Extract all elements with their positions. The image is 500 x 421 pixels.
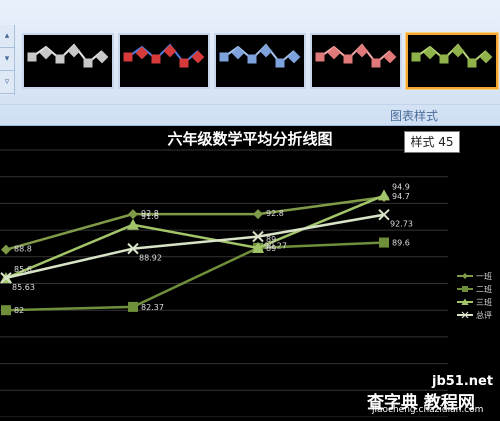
ribbon: ▴ ▾ ▿ 图表样式 bbox=[0, 0, 500, 126]
thumbnail-marker bbox=[383, 50, 397, 64]
thumbnail-marker bbox=[67, 44, 81, 58]
thumbnail-marker bbox=[423, 46, 437, 60]
data-point[interactable] bbox=[128, 301, 138, 312]
thumbnail-marker bbox=[163, 44, 177, 58]
legend-label: 二班 bbox=[476, 284, 492, 294]
data-point[interactable] bbox=[1, 244, 11, 255]
data-label: 91.6 bbox=[141, 212, 159, 221]
chart-style-thumbnail-style-41[interactable] bbox=[22, 33, 114, 89]
legend-marker bbox=[462, 286, 468, 292]
thumbnail-marker bbox=[275, 58, 285, 68]
thumbnail-marker bbox=[451, 44, 465, 58]
watermark-url: jiaocheng.chazidian.com bbox=[372, 405, 484, 415]
thumbnail-marker bbox=[95, 50, 109, 64]
thumbnail-marker bbox=[343, 54, 353, 64]
data-point[interactable] bbox=[1, 305, 11, 316]
thumbnail-marker bbox=[355, 44, 369, 58]
legend-marker bbox=[462, 273, 468, 279]
data-point[interactable] bbox=[253, 209, 263, 220]
data-label: 82.37 bbox=[141, 303, 164, 312]
thumbnail-marker bbox=[179, 58, 189, 68]
thumbnail-marker bbox=[39, 46, 53, 60]
thumbnail-marker bbox=[467, 58, 477, 68]
data-point[interactable] bbox=[379, 237, 389, 248]
chart-style-thumbnail-style-42[interactable] bbox=[118, 33, 210, 89]
thumbnail-marker bbox=[27, 52, 37, 62]
series-line-1[interactable] bbox=[5, 241, 385, 312]
data-label: 82 bbox=[14, 306, 24, 315]
data-label: 92.8 bbox=[266, 209, 284, 218]
thumbnail-marker bbox=[247, 54, 257, 64]
thumbnail-marker bbox=[219, 52, 229, 62]
ribbon-group-label: 图表样式 bbox=[390, 109, 439, 123]
data-label: 88.92 bbox=[139, 254, 162, 263]
data-label: 90.27 bbox=[264, 242, 287, 251]
thumbnail-marker bbox=[55, 54, 65, 64]
thumbnail-marker bbox=[315, 52, 325, 62]
thumbnail-marker bbox=[151, 54, 161, 64]
thumbnail-marker bbox=[327, 46, 341, 60]
thumbnail-marker bbox=[287, 50, 301, 64]
data-label: 94.7 bbox=[392, 192, 410, 201]
gallery-scroll-controls: ▴ ▾ ▿ bbox=[0, 25, 15, 95]
legend-label: 一班 bbox=[476, 271, 492, 281]
series-line-3[interactable] bbox=[5, 213, 385, 280]
thumbnail-marker bbox=[439, 54, 449, 64]
scroll-down-button[interactable]: ▾ bbox=[0, 48, 14, 71]
legend-label: 三班 bbox=[476, 297, 492, 307]
data-label: 94.9 bbox=[392, 182, 410, 191]
thumbnail-marker bbox=[231, 46, 245, 60]
chart-style-gallery bbox=[22, 33, 500, 93]
thumbnail-preview bbox=[123, 43, 205, 68]
data-label: 88.8 bbox=[14, 245, 32, 254]
thumbnail-marker bbox=[191, 50, 205, 64]
thumbnail-marker bbox=[411, 52, 421, 62]
line-chart[interactable]: 六年级数学平均分折线图 88.8 92.8 92.8 94.7 82 82.37 89 89.… bbox=[0, 126, 500, 418]
thumbnail-preview bbox=[411, 43, 493, 68]
data-point[interactable] bbox=[128, 209, 138, 220]
thumbnail-marker bbox=[135, 46, 149, 60]
plot-area: 88.892.8 92.894.782 82.378989.685.691.6899… bbox=[0, 149, 492, 418]
chart-style-thumbnail-style-43[interactable] bbox=[214, 33, 306, 89]
more-button[interactable]: ▿ bbox=[0, 71, 14, 94]
thumbnail-marker bbox=[259, 44, 273, 58]
style-tooltip: 样式 45 bbox=[404, 131, 460, 153]
data-label: 89.6 bbox=[392, 239, 410, 248]
watermark-site: jb51.net bbox=[432, 374, 494, 389]
data-point[interactable] bbox=[378, 189, 390, 201]
data-label: 85.63 bbox=[12, 283, 35, 292]
data-point[interactable] bbox=[127, 218, 139, 230]
chart-style-thumbnail-style-44[interactable] bbox=[310, 33, 402, 89]
thumbnail-preview bbox=[315, 43, 397, 68]
legend-label: 总评 bbox=[476, 310, 492, 320]
thumbnail-marker bbox=[83, 58, 93, 68]
thumbnail-marker bbox=[123, 52, 133, 62]
thumbnail-preview bbox=[219, 43, 301, 68]
scroll-up-button[interactable]: ▴ bbox=[0, 25, 14, 48]
ribbon-group-footer: 图表样式 bbox=[0, 104, 500, 125]
thumbnail-marker bbox=[371, 58, 381, 68]
chart-style-thumbnail-style-45[interactable] bbox=[406, 33, 498, 89]
thumbnail-marker bbox=[479, 50, 493, 64]
data-label: 92.73 bbox=[390, 220, 413, 229]
thumbnail-preview bbox=[27, 43, 109, 68]
